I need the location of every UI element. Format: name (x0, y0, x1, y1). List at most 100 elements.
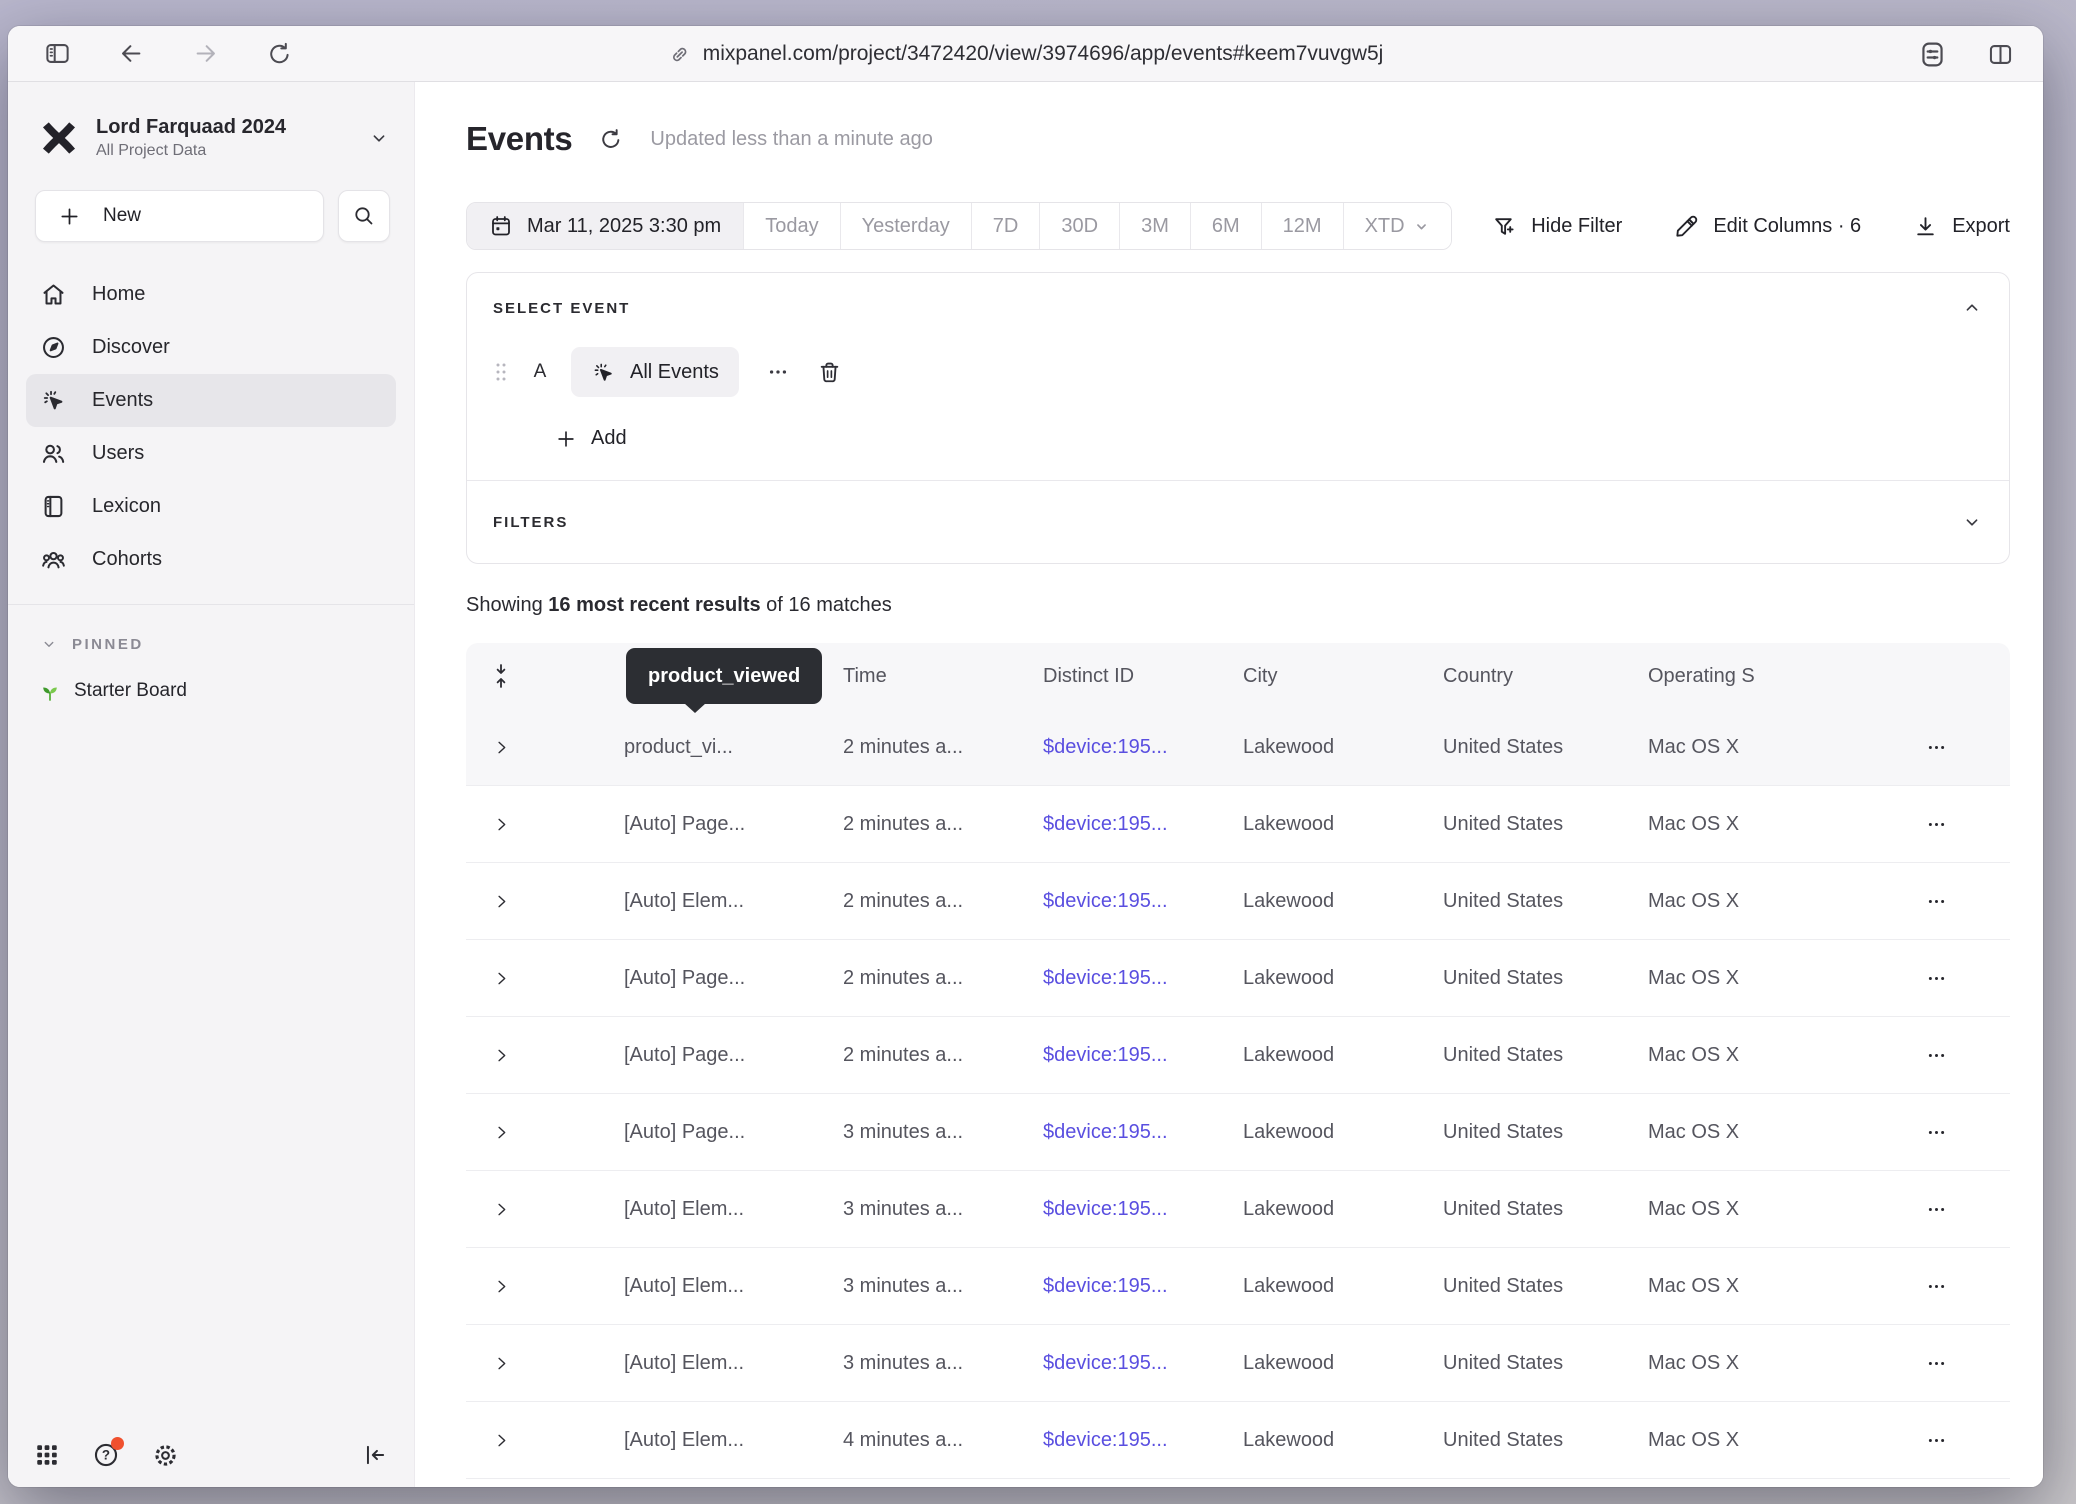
distinct-id[interactable]: $device:195... (1043, 1429, 1243, 1452)
browser-toolbar: mixpanel.com/project/3472420/view/397469… (8, 26, 2043, 82)
expand-row-chevron-icon[interactable] (466, 1354, 536, 1373)
event-more-options-icon[interactable] (761, 361, 795, 383)
distinct-id[interactable]: $device:195... (1043, 1121, 1243, 1144)
expand-row-chevron-icon[interactable] (466, 1200, 536, 1219)
expand-row-chevron-icon[interactable] (466, 1046, 536, 1065)
range-button-12m[interactable]: 12M (1261, 203, 1343, 249)
range-label: XTD (1365, 215, 1405, 238)
table-row[interactable]: [Auto] Elem... 4 minutes a... $device:19… (466, 1402, 2010, 1479)
pinned-item-starter-board[interactable]: Starter Board (38, 679, 414, 703)
sidebar-toggle-icon[interactable] (42, 39, 72, 69)
hide-filter-label: Hide Filter (1531, 215, 1622, 238)
sidebar-item-events[interactable]: Events (26, 374, 396, 427)
collapse-all-sort-icon[interactable] (466, 663, 536, 689)
expand-row-chevron-icon[interactable] (466, 1431, 536, 1450)
new-button[interactable]: New (35, 190, 324, 242)
row-more-options-icon[interactable] (1863, 737, 2010, 758)
apps-grid-icon[interactable] (34, 1442, 60, 1468)
row-more-options-icon[interactable] (1863, 891, 2010, 912)
distinct-id[interactable]: $device:195... (1043, 1275, 1243, 1298)
table-row[interactable]: [Auto] Elem... 2 minutes a... $device:19… (466, 863, 2010, 940)
range-button-6m[interactable]: 6M (1190, 203, 1261, 249)
expand-row-chevron-icon[interactable] (466, 815, 536, 834)
expand-row-chevron-icon[interactable] (466, 892, 536, 911)
split-view-icon[interactable] (1985, 39, 2015, 69)
refresh-button[interactable] (264, 39, 294, 69)
table-row[interactable]: [Auto] Page... 2 minutes a... $device:19… (466, 786, 2010, 863)
event-name: [Auto] Elem... (598, 890, 843, 913)
row-more-options-icon[interactable] (1863, 968, 2010, 989)
range-label: 7D (993, 215, 1019, 238)
column-header-country[interactable]: Country (1443, 665, 1648, 688)
sidebar-item-cohorts[interactable]: Cohorts (26, 533, 396, 586)
collapse-chevron-up-icon[interactable] (1961, 297, 1983, 319)
all-events-chip[interactable]: All Events (571, 347, 739, 397)
edit-columns-button[interactable]: Edit Columns · 6 (1674, 214, 1861, 239)
distinct-id[interactable]: $device:195... (1043, 1198, 1243, 1221)
table-row[interactable]: product_vi... 2 minutes a... $device:195… (466, 709, 2010, 786)
event-time: 2 minutes a... (843, 813, 1043, 836)
table-row[interactable]: [Auto] Page... 3 minutes a... $device:19… (466, 1094, 2010, 1171)
distinct-id[interactable]: $device:195... (1043, 813, 1243, 836)
sidebar-item-discover[interactable]: Discover (26, 321, 396, 374)
range-button-30d[interactable]: 30D (1039, 203, 1119, 249)
range-button-today[interactable]: Today (743, 203, 839, 249)
help-button[interactable]: ? (92, 1441, 120, 1469)
distinct-id[interactable]: $device:195... (1043, 1352, 1243, 1375)
row-more-options-icon[interactable] (1863, 814, 2010, 835)
os: Mac OS X (1648, 736, 1863, 759)
hide-filter-button[interactable]: Hide Filter (1492, 214, 1622, 239)
row-more-options-icon[interactable] (1863, 1045, 2010, 1066)
address-bar[interactable]: mixpanel.com/project/3472420/view/397469… (668, 26, 1384, 82)
country: United States (1443, 967, 1648, 990)
expand-row-chevron-icon[interactable] (466, 969, 536, 988)
forward-button[interactable] (190, 39, 220, 69)
range-button-yesterday[interactable]: Yesterday (840, 203, 971, 249)
back-button[interactable] (116, 39, 146, 69)
sidebar-item-lexicon[interactable]: Lexicon (26, 480, 396, 533)
events-table: product_viewed Time Distinct ID City (466, 643, 2010, 1487)
expand-row-chevron-icon[interactable] (466, 1277, 536, 1296)
export-button[interactable]: Export (1913, 214, 2010, 239)
settings-gear-icon[interactable] (152, 1442, 179, 1469)
pinned-section-header[interactable]: PINNED (40, 635, 414, 653)
row-more-options-icon[interactable] (1863, 1122, 2010, 1143)
refresh-results-icon[interactable] (598, 126, 624, 152)
table-row[interactable]: [Auto] Elem... 3 minutes a... $device:19… (466, 1248, 2010, 1325)
sidebar-item-home[interactable]: Home (26, 268, 396, 321)
row-more-options-icon[interactable] (1863, 1430, 2010, 1451)
project-switcher[interactable]: Lord Farquaad 2024 All Project Data (8, 116, 414, 160)
table-row[interactable]: [Auto] Page... 2 minutes a... $device:19… (466, 940, 2010, 1017)
distinct-id[interactable]: $device:195... (1043, 890, 1243, 913)
page-settings-icon[interactable] (1917, 39, 1947, 69)
table-row[interactable] (466, 1479, 2010, 1487)
row-more-options-icon[interactable] (1863, 1199, 2010, 1220)
table-row[interactable]: [Auto] Elem... 3 minutes a... $device:19… (466, 1171, 2010, 1248)
search-button[interactable] (338, 190, 390, 242)
column-header-distinct-id[interactable]: Distinct ID (1043, 665, 1243, 688)
expand-row-chevron-icon[interactable] (466, 1123, 536, 1142)
distinct-id[interactable]: $device:195... (1043, 967, 1243, 990)
add-event-button[interactable]: Add (555, 427, 1983, 450)
column-header-city[interactable]: City (1243, 665, 1443, 688)
range-button-3m[interactable]: 3M (1119, 203, 1190, 249)
collapse-sidebar-icon[interactable] (362, 1442, 388, 1468)
sidebar-item-users[interactable]: Users (26, 427, 396, 480)
country: United States (1443, 1044, 1648, 1067)
range-button-xtd[interactable]: XTD (1343, 203, 1451, 249)
table-row[interactable]: [Auto] Page... 2 minutes a... $device:19… (466, 1017, 2010, 1094)
column-header-os[interactable]: Operating S (1648, 665, 1863, 688)
event-name: product_vi... (598, 736, 843, 759)
distinct-id[interactable]: $device:195... (1043, 736, 1243, 759)
table-row[interactable]: [Auto] Elem... 3 minutes a... $device:19… (466, 1325, 2010, 1402)
drag-handle-icon[interactable] (493, 361, 509, 383)
range-button-7d[interactable]: 7D (971, 203, 1040, 249)
date-picker-button[interactable]: Mar 11, 2025 3:30 pm (467, 203, 743, 249)
distinct-id[interactable]: $device:195... (1043, 1044, 1243, 1067)
row-more-options-icon[interactable] (1863, 1353, 2010, 1374)
column-header-time[interactable]: Time (843, 665, 1043, 688)
expand-chevron-down-icon[interactable] (1961, 511, 1983, 533)
delete-event-icon[interactable] (817, 360, 842, 385)
expand-row-chevron-icon[interactable] (466, 738, 536, 757)
row-more-options-icon[interactable] (1863, 1276, 2010, 1297)
